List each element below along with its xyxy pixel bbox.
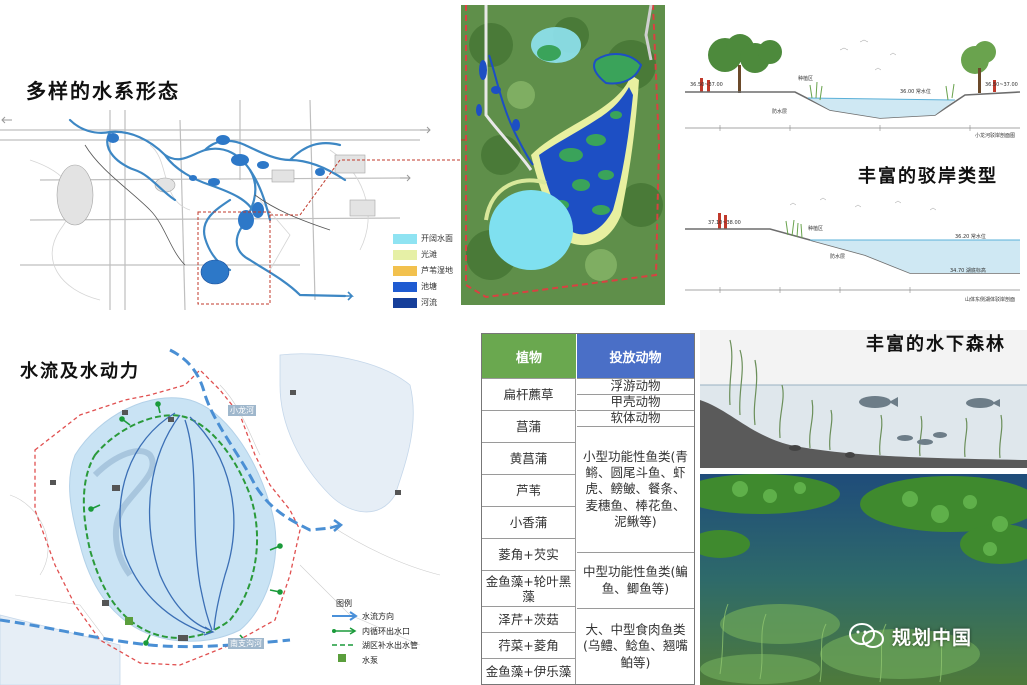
- wetland-photo: [700, 474, 1027, 685]
- wetland-photo-image: [700, 474, 1027, 685]
- legend-label: 河流: [421, 298, 437, 307]
- legend-item-river: 河流: [393, 297, 437, 308]
- table-cell-plant: 菱角+芡实: [482, 538, 576, 570]
- species-table: 植物 投放动物 扁杆藨草 菖蒲 黄菖蒲 芦苇 小香蒲 菱角+芡实 金鱼藻+轮叶黑…: [481, 333, 695, 685]
- legend-item-open-water: 开阔水面: [393, 233, 453, 244]
- legend-swatch: [393, 265, 417, 276]
- table-cell-plant: 泽芹+茨菇: [482, 606, 576, 632]
- table-cell-plant: 扁杆藨草: [482, 378, 576, 410]
- section-title-lower: 山体东侧湖体驳岸剖面: [965, 297, 1016, 303]
- section-waterproof-upper: 防水层: [772, 109, 788, 115]
- legend-swatch: [393, 281, 417, 292]
- river-label-south: 南支沟河: [228, 638, 264, 649]
- table-cell-plant: 黄菖蒲: [482, 442, 576, 474]
- section-tag-upper-left: 36.50~37.00: [690, 82, 723, 88]
- table-cell-plant: 菖蒲: [482, 410, 576, 442]
- section-waterproof-lower: 防水层: [830, 254, 846, 260]
- section-drawing-lower: [680, 195, 1025, 305]
- legend-label: 光滩: [421, 250, 437, 259]
- section-tag-lower-left: 37.10~38.00: [708, 220, 741, 226]
- legend-item-mudflat: 光滩: [393, 249, 437, 260]
- legend-item-reed-wetland: 芦苇湿地: [393, 265, 453, 276]
- flow-legend-item-supply-pipe: 湖区补水出水管: [362, 640, 418, 651]
- heading-water-flow: 水流及水动力: [20, 361, 140, 382]
- river-label-north: 小龙河: [228, 405, 256, 416]
- section-water-level-upper: 36.00 常水位: [900, 89, 931, 95]
- table-cell-animal: 浮游动物: [577, 378, 694, 394]
- legend-label: 水泵: [362, 656, 378, 665]
- aerial-plan-panel: [461, 5, 665, 305]
- table-cell-plant: 小香蒲: [482, 506, 576, 538]
- legend-swatch: [393, 249, 417, 260]
- table-header-plants: 植物: [482, 334, 576, 378]
- flow-legend-item-circulation-outlet: 内循环出水口: [362, 626, 410, 637]
- legend-label: 开阔水面: [421, 234, 453, 243]
- table-cell-plant: 芦苇: [482, 474, 576, 506]
- section-planting-lower: 种植区: [808, 226, 824, 232]
- wechat-icon: [848, 622, 886, 650]
- section-lake-bottom: 34.70 湖底标高: [950, 268, 986, 274]
- legend-label: 芦苇湿地: [421, 266, 453, 275]
- table-cell-plant: 金鱼藻+轮叶黑藻: [482, 570, 576, 606]
- table-cell-animal: 小型功能性鱼类(青鳉、圆尾斗鱼、虾虎、鳑鲏、餐条、麦穗鱼、棒花鱼、泥鳅等): [577, 426, 694, 552]
- legend-swatch: [393, 233, 417, 244]
- heading-shore-types: 丰富的驳岸类型: [858, 166, 998, 187]
- watermark: 规划中国: [848, 622, 972, 650]
- shore-section-upper: 36.50~37.00 36.50~37.00 36.00 常水位 防水层 种植…: [680, 30, 1025, 142]
- aerial-plan: [461, 5, 665, 305]
- section-tag-upper-right: 36.50~37.00: [985, 82, 1018, 88]
- heading-underwater-forest: 丰富的水下森林: [866, 334, 1006, 355]
- legend-label: 池塘: [421, 282, 437, 291]
- section-drawing-upper: [680, 30, 1025, 142]
- table-cell-plant: 金鱼藻+伊乐藻: [482, 658, 576, 684]
- section-planting-upper: 种植区: [798, 76, 814, 82]
- flow-legend-title: 图例: [336, 599, 352, 608]
- watermark-text: 规划中国: [892, 626, 973, 649]
- table-cell-plant: 荇菜+菱角: [482, 632, 576, 658]
- legend-swatch: [393, 297, 417, 308]
- shore-section-lower: 37.10~38.00 36.20 常水位 34.70 湖底标高 防水层 种植区…: [680, 195, 1025, 305]
- table-cell-animal: 甲壳动物: [577, 394, 694, 410]
- flow-legend-item-pump: 水泵: [362, 655, 378, 666]
- legend-label: 水流方向: [362, 612, 394, 621]
- legend-label: 内循环出水口: [362, 627, 410, 636]
- section-title-upper: 小龙河驳岸剖面图: [975, 133, 1016, 139]
- legend-label: 湖区补水出水管: [362, 641, 418, 650]
- legend-item-pond: 池塘: [393, 281, 437, 292]
- flow-legend-item-flow-direction: 水流方向: [362, 611, 394, 622]
- heading-water-forms: 多样的水系形态: [26, 79, 180, 103]
- table-cell-animal: 大、中型食肉鱼类(乌鳢、鲶鱼、翘嘴鲌等): [577, 608, 694, 684]
- table-cell-animal: 软体动物: [577, 410, 694, 426]
- table-header-animals: 投放动物: [577, 334, 694, 378]
- section-water-level-lower: 36.20 常水位: [955, 234, 986, 240]
- table-cell-animal: 中型功能性鱼类(鳊鱼、鲫鱼等): [577, 552, 694, 608]
